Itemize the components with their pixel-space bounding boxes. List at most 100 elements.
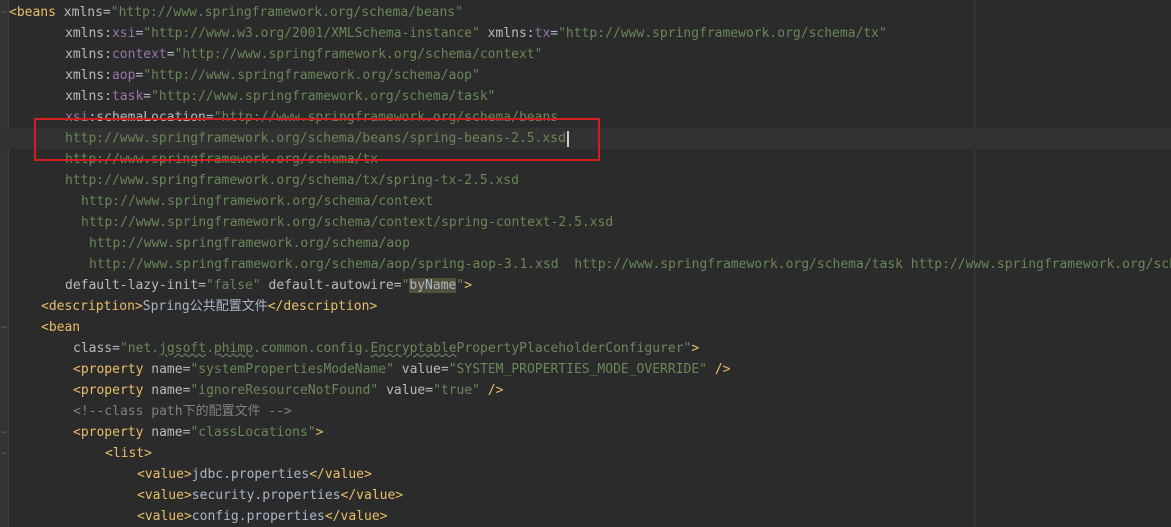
code-token: <list> <box>105 446 152 461</box>
code-token: "systemPropertiesModeName" <box>190 362 394 377</box>
code-token: <value> <box>137 488 192 503</box>
code-token: = <box>143 89 152 104</box>
code-line[interactable]: <beans xmlns="http://www.springframework… <box>0 2 1171 23</box>
code-token: = <box>112 341 120 356</box>
code-token: tx <box>534 26 551 41</box>
code-token: "http://www.springframework.org/schema/t… <box>151 89 496 104</box>
code-token: .common.config. <box>253 341 371 356</box>
code-line[interactable]: <value>security.properties</value> <box>0 485 1171 506</box>
code-line[interactable]: <value>config.properties</value> <box>0 506 1171 527</box>
code-token: value <box>378 383 426 398</box>
code-token: xsi <box>111 26 136 41</box>
code-token: config.properties <box>191 509 325 524</box>
code-token: xmlns: <box>65 47 112 62</box>
code-line[interactable]: <description>Spring公共配置文件</description> <box>0 296 1171 317</box>
code-line[interactable]: http://www.springframework.org/schema/co… <box>0 212 1171 233</box>
code-token: PropertyPlaceholderConfigurer" <box>456 341 692 356</box>
code-token: "http://www.w3.org/2001/XMLSchema-instan… <box>143 26 480 41</box>
code-token: task <box>111 89 144 104</box>
code-token: http://www.springframework.org/schema/be… <box>65 131 566 146</box>
code-token: = <box>102 5 111 20</box>
code-token: "true" <box>433 383 481 398</box>
code-line[interactable]: xsi:schemaLocation="http://www.springfra… <box>0 107 1171 128</box>
code-token: > <box>464 278 473 293</box>
code-line[interactable]: http://www.springframework.org/schema/be… <box>0 128 1171 149</box>
code-token: jdbc.properties <box>191 467 310 482</box>
code-token: default-autowire <box>260 278 394 293</box>
code-token: "http://www.springframework.org/schema/b… <box>213 110 559 125</box>
code-token: name <box>143 362 183 377</box>
code-token: <value> <box>137 467 192 482</box>
code-token: /> <box>480 383 504 398</box>
code-token: xsi <box>65 110 89 125</box>
code-token: class <box>73 341 113 356</box>
code-token: context <box>111 47 167 62</box>
code-token: security.properties <box>191 488 341 503</box>
code-token: :schemaLocation <box>88 110 206 125</box>
code-line[interactable]: http://www.springframework.org/schema/ao… <box>0 233 1171 254</box>
code-line[interactable]: xmlns:task="http://www.springframework.o… <box>0 86 1171 107</box>
code-token: xmlns: <box>479 26 535 41</box>
code-token: http://www.springframework.org/schema/tx… <box>65 173 519 188</box>
code-line[interactable]: http://www.springframework.org/schema/tx <box>0 149 1171 170</box>
code-line[interactable]: http://www.springframework.org/schema/co… <box>0 191 1171 212</box>
code-token: = <box>550 26 559 41</box>
code-line[interactable]: <bean <box>0 317 1171 338</box>
code-line[interactable]: <value>jdbc.properties</value> <box>0 464 1171 485</box>
code-token: <beans <box>9 5 56 20</box>
code-token: default-lazy-init <box>65 278 199 293</box>
code-token: phimp <box>213 341 254 356</box>
code-token: "false" <box>205 278 261 293</box>
code-line[interactable]: <property name = "systemPropertiesModeName… <box>0 359 1171 380</box>
code-token: <value> <box>137 509 192 524</box>
code-token: http://www.springframework.org/schema/co… <box>81 194 434 209</box>
code-token: "ignoreResourceNotFound" <box>190 383 379 398</box>
code-line[interactable]: xmlns:aop="http://www.springframework.or… <box>0 65 1171 86</box>
code-token: Spring公共配置文件 <box>142 299 268 314</box>
code-token: "http://www.springframework.org/schema/a… <box>143 68 480 83</box>
code-line[interactable]: xmlns:xsi="http://www.w3.org/2001/XMLSch… <box>0 23 1171 44</box>
code-token: byName <box>409 278 457 293</box>
code-line[interactable]: default-lazy-init="false" default-autowi… <box>0 275 1171 296</box>
code-token: = <box>205 110 214 125</box>
code-token: aop <box>111 68 136 83</box>
code-token: "classLocations" <box>190 425 316 440</box>
code-line[interactable]: http://www.springframework.org/schema/tx… <box>0 170 1171 191</box>
code-token: <property <box>73 383 144 398</box>
code-line[interactable]: <!--class path下的配置文件 --> <box>0 401 1171 422</box>
code-token: xmlns <box>55 5 103 20</box>
code-token: = <box>198 278 206 293</box>
code-line[interactable]: <list> <box>0 443 1171 464</box>
code-token: <property <box>73 425 144 440</box>
code-token: xmlns: <box>65 26 112 41</box>
code-token: "http://www.springframework.org/schema/c… <box>174 47 543 62</box>
code-line[interactable]: http://www.springframework.org/schema/ao… <box>0 254 1171 275</box>
code-token: name <box>143 425 183 440</box>
code-line[interactable]: <property name="ignoreResourceNotFound" … <box>0 380 1171 401</box>
code-token: </value> <box>309 467 372 482</box>
code-token: </value> <box>340 488 404 503</box>
code-token: </description> <box>267 299 378 314</box>
code-token: http://www.springframework.org/schema/ao… <box>89 236 410 251</box>
code-editor[interactable]: − − − − <beans xmlns="http://www.springfram… <box>0 0 1171 527</box>
code-token: jgsoft <box>159 341 207 356</box>
code-line[interactable]: <property name="classLocations"> <box>0 422 1171 443</box>
code-token: = <box>425 383 434 398</box>
code-token: . <box>206 341 214 356</box>
code-token: = <box>393 278 402 293</box>
code-token: "http://www.springframework.org/schema/b… <box>110 5 463 20</box>
code-token: <description> <box>41 299 143 314</box>
code-token: http://www.springframework.org/schema/tx <box>65 152 379 167</box>
code-token: > <box>315 425 324 440</box>
code-line[interactable]: class="net.jgsoft.phimp.common.config.En… <box>0 338 1171 359</box>
code-token: "http://www.springframework.org/schema/t… <box>558 26 887 41</box>
code-token: "SYSTEM_PROPERTIES_MODE_OVERRIDE" <box>448 362 707 377</box>
code-area[interactable]: <beans xmlns="http://www.springframework… <box>0 2 1171 527</box>
code-token: http://www.springframework.org/schema/ao… <box>89 257 1171 272</box>
code-line[interactable]: xmlns:context="http://www.springframewor… <box>0 44 1171 65</box>
code-token: = <box>166 47 175 62</box>
code-token: <bean <box>41 320 81 335</box>
code-token: xmlns: <box>65 89 112 104</box>
code-token: Encryptable <box>370 341 457 356</box>
code-token: </value> <box>324 509 388 524</box>
